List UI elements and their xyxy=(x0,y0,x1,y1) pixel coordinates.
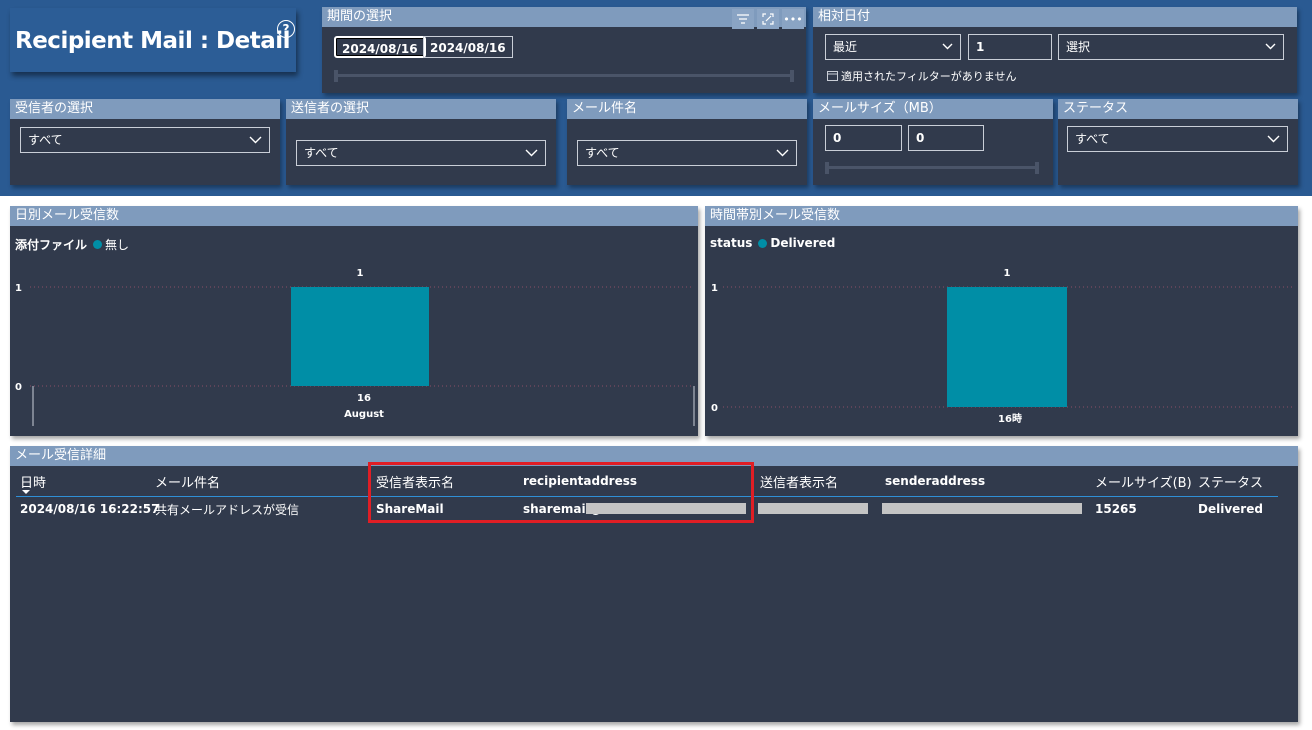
size-min-input[interactable]: 0 xyxy=(825,125,902,151)
chevron-down-icon xyxy=(249,136,262,144)
filter-notice-text: 適用されたフィルターがありません xyxy=(841,70,1017,83)
x-tick-day: 16 xyxy=(357,393,371,404)
cell-subject: 共有メールアドレスが受信 xyxy=(155,503,300,517)
page-title: Recipient Mail : Detail xyxy=(15,28,291,54)
cell-size: 15265 xyxy=(1095,502,1137,516)
size-slicer: メールサイズ（MB） 0 0 xyxy=(813,99,1053,185)
hourly-chart: 1 0 1 16時 xyxy=(711,268,1295,425)
size-max-input[interactable]: 0 xyxy=(908,125,984,151)
slider-handle-start[interactable] xyxy=(334,70,338,82)
relative-count-input[interactable]: 1 xyxy=(968,34,1052,60)
col-sender-name[interactable]: 送信者表示名 xyxy=(760,472,838,491)
chart-bar[interactable] xyxy=(291,287,429,386)
status-slicer: ステータス すべて xyxy=(1058,99,1298,185)
chevron-down-icon xyxy=(1265,43,1276,50)
daily-chart: 1 0 1 16 August xyxy=(15,268,695,426)
data-label: 1 xyxy=(357,268,364,279)
hourly-chart-header: 時間帯別メール受信数 xyxy=(705,206,1298,226)
col-subject[interactable]: メール件名 xyxy=(155,472,220,491)
recipient-slicer-header: 受信者の選択 xyxy=(10,99,280,119)
status-dropdown-value: すべて xyxy=(1075,132,1110,146)
title-card: Recipient Mail : Detail ? xyxy=(10,8,296,72)
subject-slicer-header: メール件名 xyxy=(567,99,807,119)
relative-unit-dropdown[interactable]: 選択 xyxy=(1058,34,1284,60)
size-slicer-header: メールサイズ（MB） xyxy=(813,99,1053,119)
col-sender-address[interactable]: senderaddress xyxy=(885,474,985,488)
cell-datetime: 2024/08/16 16:22:57 xyxy=(20,502,160,516)
y-tick-1: 1 xyxy=(15,283,22,294)
x-tick-month: August xyxy=(344,409,384,420)
sender-dropdown-value: すべて xyxy=(304,146,339,160)
x-tick-hour: 16時 xyxy=(998,412,1022,425)
cell-status: Delivered xyxy=(1198,502,1263,516)
sender-slicer: 送信者の選択 すべて xyxy=(286,99,556,185)
recipient-dropdown-value: すべて xyxy=(28,133,63,147)
subject-dropdown-value: すべて xyxy=(585,146,620,160)
redaction-bar xyxy=(882,503,1082,514)
chevron-down-icon xyxy=(1267,135,1280,143)
daily-chart-panel: 日別メール受信数 添付ファイル 無し 1 0 1 16 August xyxy=(10,206,698,436)
redaction-bar xyxy=(758,503,868,514)
size-slider-handle-end[interactable] xyxy=(1035,162,1039,174)
date-range-slider[interactable] xyxy=(334,74,794,77)
question-circle-icon[interactable]: ? xyxy=(277,20,295,38)
recipient-slicer: 受信者の選択 すべて xyxy=(10,99,280,185)
subject-dropdown[interactable]: すべて xyxy=(577,140,797,166)
start-date-input[interactable]: 2024/08/16 xyxy=(334,36,426,58)
col-size[interactable]: メールサイズ(B) xyxy=(1095,472,1192,491)
calendar-icon xyxy=(827,71,838,81)
relative-date-slicer: 相対日付 最近 1 選択 適用されたフィルターがありません xyxy=(813,7,1297,93)
period-slicer: 期間の選択 ••• 2024/08/16 2024/08/16 xyxy=(322,7,806,93)
slider-handle-end[interactable] xyxy=(790,70,794,82)
y-tick-1: 1 xyxy=(711,283,718,294)
relative-mode-dropdown[interactable]: 最近 xyxy=(825,34,961,60)
recipient-dropdown[interactable]: すべて xyxy=(20,127,270,153)
col-status[interactable]: ステータス xyxy=(1198,472,1263,491)
status-dropdown[interactable]: すべて xyxy=(1067,126,1288,152)
data-label: 1 xyxy=(1004,268,1011,279)
relative-date-header: 相対日付 xyxy=(813,7,1297,27)
sort-descending-icon[interactable] xyxy=(22,490,30,494)
relative-unit-value: 選択 xyxy=(1066,40,1091,54)
highlight-box xyxy=(368,462,754,523)
sender-slicer-header: 送信者の選択 xyxy=(286,99,556,119)
col-datetime[interactable]: 日時 xyxy=(20,472,46,491)
chevron-down-icon xyxy=(942,43,953,50)
y-tick-0: 0 xyxy=(711,403,718,414)
y-tick-0: 0 xyxy=(15,382,22,393)
visual-toolbar: ••• xyxy=(732,9,804,29)
sender-dropdown[interactable]: すべて xyxy=(296,140,546,166)
end-date-input[interactable]: 2024/08/16 xyxy=(423,36,513,58)
status-slicer-header: ステータス xyxy=(1058,99,1298,119)
chart-bar[interactable] xyxy=(947,287,1067,407)
filter-notice: 適用されたフィルターがありません xyxy=(827,68,1016,84)
filter-icon[interactable] xyxy=(732,9,754,29)
subject-slicer: メール件名 すべて xyxy=(567,99,807,185)
focus-mode-icon[interactable] xyxy=(757,9,779,29)
relative-mode-value: 最近 xyxy=(833,40,858,54)
size-slider-handle-start[interactable] xyxy=(825,162,829,174)
size-range-slider[interactable] xyxy=(825,166,1039,169)
more-options-icon[interactable]: ••• xyxy=(782,9,804,29)
hourly-chart-panel: 時間帯別メール受信数 status Delivered 1 0 1 16時 xyxy=(705,206,1298,436)
chevron-down-icon xyxy=(776,149,789,157)
daily-chart-header: 日別メール受信数 xyxy=(10,206,698,226)
chevron-down-icon xyxy=(525,149,538,157)
